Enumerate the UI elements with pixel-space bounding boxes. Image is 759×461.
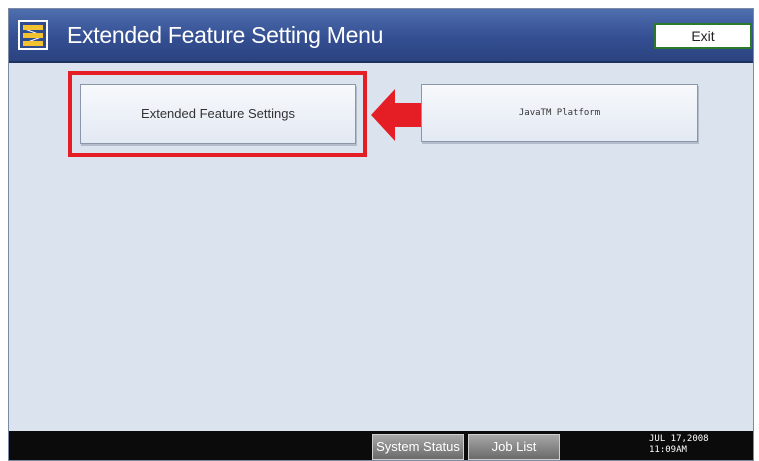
device-screen: Extended Feature Setting Menu Exit Exten…: [8, 8, 754, 461]
date-time-display: JUL 17,2008 11:09AM: [649, 434, 709, 456]
page-title: Extended Feature Setting Menu: [67, 22, 384, 48]
exit-button[interactable]: Exit: [654, 23, 752, 49]
status-bar: System Status Job List JUL 17,2008 11:09…: [9, 431, 753, 460]
java-platform-button[interactable]: JavaTM Platform: [421, 84, 698, 142]
menu-panel: Extended Feature Settings JavaTM Platfor…: [9, 63, 753, 431]
system-status-button[interactable]: System Status: [372, 434, 464, 460]
extended-feature-settings-button[interactable]: Extended Feature Settings: [80, 84, 356, 144]
date-text: JUL 17,2008: [649, 434, 709, 444]
job-list-button[interactable]: Job List: [468, 434, 560, 460]
time-text: 11:09AM: [649, 445, 687, 455]
menu-settings-icon: [18, 20, 48, 50]
title-bar: Extended Feature Setting Menu Exit: [9, 9, 753, 63]
